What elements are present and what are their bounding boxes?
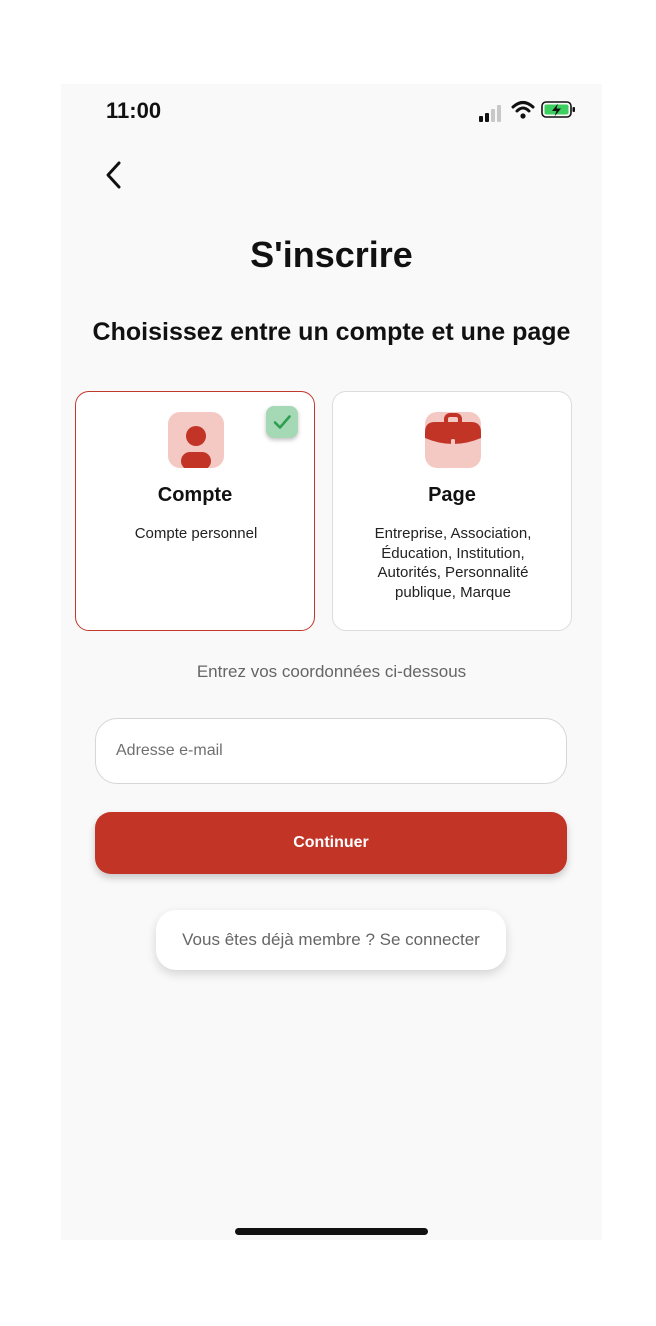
page-card-description: Entreprise, Association, Éducation, Inst…: [374, 525, 532, 601]
page-title: S'inscrire: [250, 234, 413, 275]
email-field[interactable]: [95, 718, 567, 784]
details-hint: Entrez vos coordonnées ci-dessous: [196, 662, 467, 681]
account-card[interactable]: Compte Compte personnel: [75, 391, 315, 631]
login-link-button[interactable]: Vous êtes déjà membre ? Se connecter: [156, 910, 506, 970]
check-icon: [266, 406, 298, 438]
chevron-left-icon: [106, 161, 121, 189]
account-card-description: Compte personnel: [134, 525, 258, 542]
person-icon: [168, 412, 224, 468]
page-card-title: Page: [428, 484, 476, 506]
briefcase-icon: [425, 412, 481, 468]
wifi-icon: [511, 101, 535, 119]
phone-screen: 11:00 S'inscrire Choisissez entre un com…: [61, 84, 602, 1240]
account-card-title: Compte: [157, 484, 233, 506]
page-subtitle: Choisissez entre un compte et une page: [92, 318, 571, 346]
status-icons: [477, 100, 577, 122]
battery-charging-icon: [541, 101, 575, 118]
back-button[interactable]: [99, 158, 129, 192]
continue-button[interactable]: Continuer: [95, 812, 567, 874]
status-time: 11:00: [106, 98, 162, 123]
page-card[interactable]: Page Entreprise, Association, Éducation,…: [332, 391, 572, 631]
home-indicator: [235, 1228, 428, 1235]
